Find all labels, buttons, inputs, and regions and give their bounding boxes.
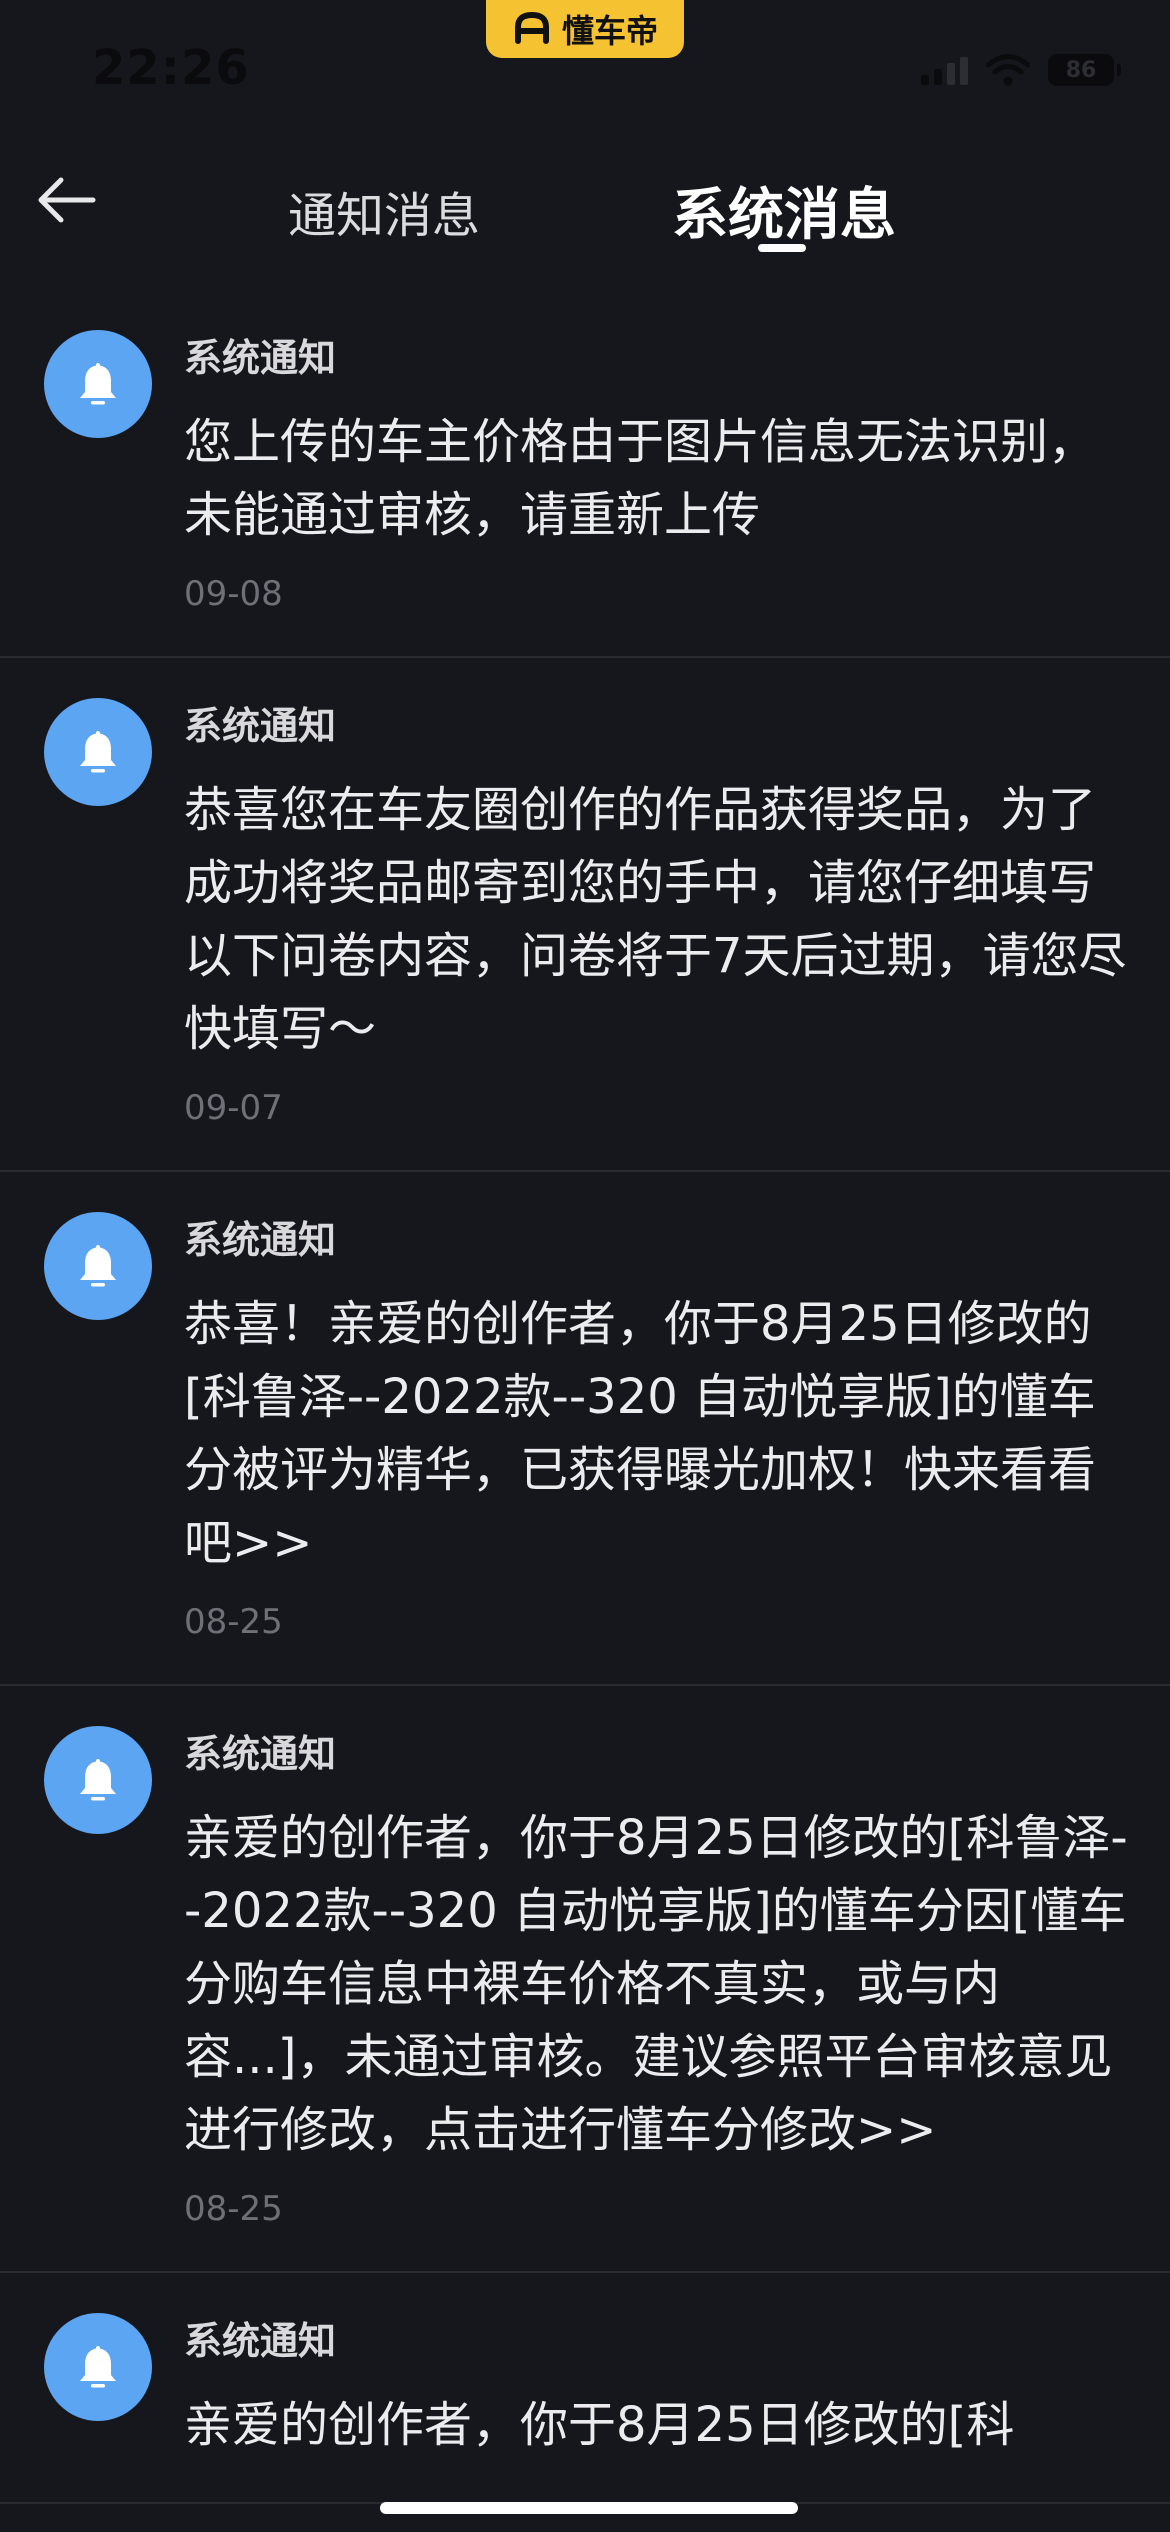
bell-icon bbox=[80, 731, 116, 773]
tab-system-messages[interactable]: 系统消息 bbox=[672, 170, 896, 251]
active-tab-indicator bbox=[758, 244, 806, 252]
notification-avatar bbox=[44, 330, 152, 438]
message-body: 亲爱的创作者，你于8月25日修改的[科 bbox=[184, 2397, 1015, 2453]
status-bar: 22:26 懂车帝 86 bbox=[0, 0, 1170, 140]
message-list: 系统通知 您上传的车主价格由于图片信息无法识别，未能通过审核，请重新上传 09-… bbox=[0, 290, 1170, 2504]
notification-avatar bbox=[44, 1212, 152, 1320]
home-indicator[interactable] bbox=[380, 2502, 798, 2514]
message-item[interactable]: 系统通知 亲爱的创作者，你于8月25日修改的[科 bbox=[0, 2273, 1170, 2504]
bell-icon bbox=[80, 363, 116, 405]
status-indicators: 86 bbox=[921, 54, 1121, 86]
message-date: 09-07 bbox=[184, 1088, 283, 1128]
message-item[interactable]: 系统通知 恭喜！亲爱的创作者，你于8月25日修改的[科鲁泽--2022款--32… bbox=[0, 1172, 1170, 1686]
arrow-left-icon bbox=[38, 177, 96, 223]
message-body: 亲爱的创作者，你于8月25日修改的[科鲁泽--2022款--320 自动悦享版]… bbox=[184, 1810, 1128, 2158]
message-title: 系统通知 bbox=[184, 2319, 337, 2363]
message-title: 系统通知 bbox=[184, 1218, 337, 1262]
brand-pill[interactable]: 懂车帝 bbox=[486, 0, 684, 58]
message-date: 08-25 bbox=[184, 1602, 283, 1642]
message-body: 您上传的车主价格由于图片信息无法识别，未能通过审核，请重新上传 bbox=[184, 414, 1097, 543]
bell-icon bbox=[80, 1245, 116, 1287]
message-title: 系统通知 bbox=[184, 336, 337, 380]
message-item[interactable]: 系统通知 亲爱的创作者，你于8月25日修改的[科鲁泽--2022款--320 自… bbox=[0, 1686, 1170, 2273]
message-title: 系统通知 bbox=[184, 1732, 337, 1776]
battery-icon: 86 bbox=[1048, 54, 1121, 86]
signal-icon bbox=[921, 55, 968, 85]
message-date: 08-25 bbox=[184, 2189, 283, 2229]
message-body: 恭喜！亲爱的创作者，你于8月25日修改的[科鲁泽--2022款--320 自动悦… bbox=[184, 1296, 1097, 1571]
notification-avatar bbox=[44, 698, 152, 806]
brand-logo-icon bbox=[514, 11, 549, 44]
notification-avatar bbox=[44, 2313, 152, 2421]
message-item[interactable]: 系统通知 恭喜您在车友圈创作的作品获得奖品，为了成功将奖品邮寄到您的手中，请您仔… bbox=[0, 658, 1170, 1172]
tab-notification-messages[interactable]: 通知消息 bbox=[288, 176, 480, 246]
message-item[interactable]: 系统通知 您上传的车主价格由于图片信息无法识别，未能通过审核，请重新上传 09-… bbox=[0, 290, 1170, 658]
bell-icon bbox=[80, 1759, 116, 1801]
notification-avatar bbox=[44, 1726, 152, 1834]
battery-level: 86 bbox=[1065, 57, 1097, 83]
brand-name: 懂车帝 bbox=[561, 12, 658, 50]
message-date: 09-08 bbox=[184, 574, 283, 614]
message-body: 恭喜您在车友圈创作的作品获得奖品，为了成功将奖品邮寄到您的手中，请您仔细填写以下… bbox=[184, 782, 1127, 1057]
message-title: 系统通知 bbox=[184, 704, 337, 748]
wifi-icon bbox=[986, 54, 1030, 86]
bell-icon bbox=[80, 2346, 116, 2388]
header: 通知消息 系统消息 bbox=[0, 140, 1170, 270]
back-button[interactable] bbox=[30, 164, 102, 236]
status-time: 22:26 bbox=[92, 40, 250, 96]
